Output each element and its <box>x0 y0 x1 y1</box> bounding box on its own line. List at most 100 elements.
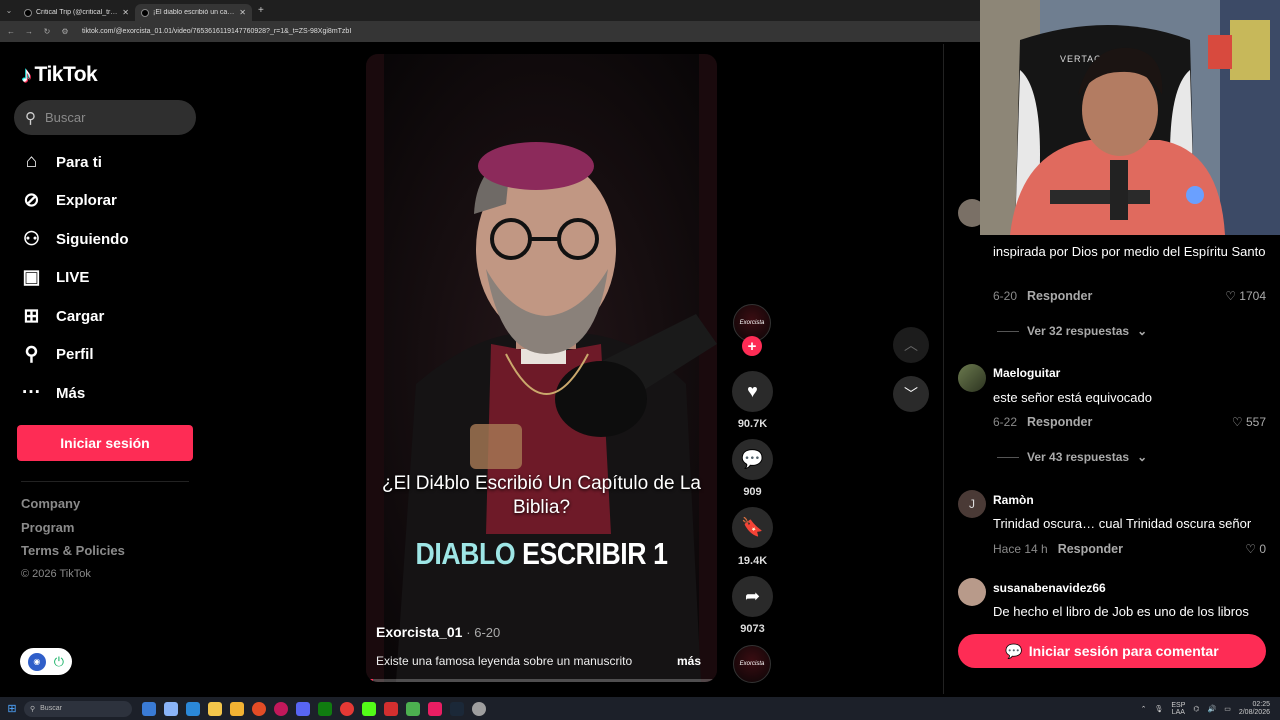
widgets-icon[interactable] <box>164 701 178 716</box>
follow-button[interactable]: + <box>742 336 762 356</box>
video-frame <box>366 54 717 682</box>
tab-list-icon[interactable]: ⌄ <box>0 6 18 15</box>
explorer-icon[interactable] <box>208 701 222 716</box>
save-button[interactable]: 🔖 <box>732 507 773 548</box>
comment-text: inspirada por Dios por medio del Espírit… <box>993 244 1266 259</box>
url-field[interactable]: tiktok.com/@exorcista_01.01/video/765361… <box>82 28 351 35</box>
comment-username[interactable]: susanabenavidez66 <box>993 581 1106 595</box>
streamlabs-icon[interactable] <box>428 701 442 716</box>
close-tab-icon[interactable]: ✕ <box>239 8 246 17</box>
kick-icon[interactable] <box>362 701 376 716</box>
folder-icon[interactable] <box>230 701 244 716</box>
footer-link-terms[interactable]: Terms & Policies <box>21 543 125 567</box>
close-tab-icon[interactable]: ✕ <box>122 8 129 17</box>
comment-like[interactable]: ♡ 1704 <box>1225 289 1266 303</box>
comment-date: 6-20 <box>993 289 1018 303</box>
like-button[interactable]: ♥ <box>732 371 773 412</box>
taskbar-search-label: Buscar <box>40 705 62 712</box>
forward-icon[interactable]: → <box>24 27 34 36</box>
search-icon: ⚲ <box>25 109 36 127</box>
windows-start-icon[interactable]: ⊞ <box>0 702 24 715</box>
chrome-icon[interactable] <box>252 701 266 716</box>
nav-item-perfil[interactable]: ⚲ Perfil <box>20 336 129 375</box>
nav-label: Perfil <box>56 346 94 364</box>
language-indicator[interactable]: ESP LAA <box>1171 702 1185 716</box>
nav-item-mas[interactable]: ··· Más <box>20 374 129 413</box>
comment-username[interactable]: Ramòn <box>993 493 1034 507</box>
new-tab-icon[interactable]: + <box>252 5 264 16</box>
comment-count: 909 <box>743 486 762 498</box>
author-name[interactable]: Exorcista_01 <box>376 624 462 640</box>
tiktok-favicon-icon <box>24 8 32 17</box>
caption-word-1: DIABLO <box>415 536 516 571</box>
comment-meta: 6-20 Responder <box>993 289 1092 303</box>
site-info-icon[interactable]: ⚙ <box>60 27 70 36</box>
reply-button[interactable]: Responder <box>1058 542 1123 556</box>
nav-item-siguiendo[interactable]: ⚇ Siguiendo <box>20 220 129 259</box>
nav-item-cargar[interactable]: ⊞ Cargar <box>20 297 129 336</box>
more-button[interactable]: más <box>677 654 701 668</box>
nav-item-live[interactable]: ▣ LIVE <box>20 259 129 298</box>
browser-tab-active[interactable]: ¡El diablo escribió un capítulo de la Bi… <box>135 4 252 21</box>
clock-time: 02:25 <box>1252 700 1270 708</box>
login-button[interactable]: Iniciar sesión <box>17 425 193 461</box>
next-video-button[interactable]: ﹀ <box>893 376 929 412</box>
caption-word-2: ESCRIBIR 1 <box>522 536 668 571</box>
clock[interactable]: 02:25 2/08/2026 <box>1239 701 1270 717</box>
comment-button[interactable]: 💬 <box>732 439 773 480</box>
steam-icon[interactable] <box>450 701 464 716</box>
comment-like[interactable]: ♡ 0 <box>1245 542 1266 556</box>
video-author[interactable]: Exorcista_01 · 6-20 <box>376 624 500 640</box>
compass-icon: ⊘ <box>23 190 40 212</box>
taskbar-search[interactable]: ⚲ Buscar <box>24 700 132 717</box>
nav-label: Siguiendo <box>56 230 129 248</box>
video-player[interactable]: ¿El Di4blo Escribió Un Capítulo de La Bi… <box>366 54 717 682</box>
reply-button[interactable]: Responder <box>1027 415 1092 429</box>
media-icon[interactable] <box>384 701 398 716</box>
browser-tab[interactable]: Critical Trip (@critical_trip2) | TikTok… <box>18 4 135 21</box>
nav-item-explorar[interactable]: ⊘ Explorar <box>20 182 129 221</box>
taskview-icon[interactable] <box>142 701 156 716</box>
tray-chevron-icon[interactable]: ⌃ <box>1141 705 1147 713</box>
volume-icon[interactable]: 🔊 <box>1208 705 1217 713</box>
tiktok-logo[interactable]: ♪ TikTok <box>21 62 98 88</box>
search-input[interactable]: ⚲ Buscar <box>14 100 196 135</box>
discord-icon[interactable] <box>296 701 310 716</box>
reload-icon[interactable]: ↻ <box>42 27 52 36</box>
comment-avatar[interactable]: J <box>958 490 986 518</box>
edge-icon[interactable] <box>186 701 200 716</box>
sound-avatar[interactable]: Exorcista <box>733 645 771 683</box>
video-caption-question: ¿El Di4blo Escribió Un Capítulo de La Bi… <box>382 473 701 518</box>
footer-link-company[interactable]: Company <box>21 496 125 520</box>
comment-avatar[interactable] <box>958 364 986 392</box>
comment-username[interactable]: Maeloguitar <box>993 366 1060 380</box>
view-replies-label: Ver 32 respuestas <box>1027 324 1130 338</box>
comment-like[interactable]: ♡ 557 <box>1232 415 1266 429</box>
reply-button[interactable]: Responder <box>1027 289 1092 303</box>
comment-avatar[interactable] <box>958 578 986 606</box>
battery-icon[interactable]: ▭ <box>1224 705 1231 713</box>
view-replies-button[interactable]: Ver 32 respuestas ⌄ <box>997 324 1147 338</box>
comment-text: este señor está equivocado <box>993 390 1152 405</box>
video-description: Existe una famosa leyenda sobre un manus… <box>376 654 633 668</box>
excel-icon[interactable] <box>406 701 420 716</box>
heart-icon: ♥ <box>747 381 758 401</box>
share-icon: ➦ <box>744 586 761 606</box>
mic-icon[interactable]: 🎙 <box>1154 705 1163 713</box>
nav-item-para-ti[interactable]: ⌂ Para ti <box>20 143 129 182</box>
previous-video-button[interactable]: ︿ <box>893 327 929 363</box>
view-replies-button[interactable]: Ver 43 respuestas ⌄ <box>997 450 1147 464</box>
video-progress-bar[interactable] <box>366 679 717 682</box>
nav-label: Para ti <box>56 153 102 171</box>
back-icon[interactable]: ← <box>6 27 16 36</box>
obs-icon[interactable] <box>274 701 288 716</box>
extension-toggle[interactable]: ◉ ⏻ <box>20 648 72 675</box>
xbox-icon[interactable] <box>318 701 332 716</box>
network-icon[interactable]: ⌬ <box>1193 705 1199 713</box>
footer-link-program[interactable]: Program <box>21 520 125 544</box>
login-to-comment-button[interactable]: 💬 Iniciar sesión para comentar <box>958 634 1266 668</box>
share-button[interactable]: ➦ <box>732 576 773 617</box>
chevron-down-icon: ⌄ <box>1137 324 1148 338</box>
youtube-icon[interactable] <box>340 701 354 716</box>
settings-icon[interactable] <box>472 701 486 716</box>
